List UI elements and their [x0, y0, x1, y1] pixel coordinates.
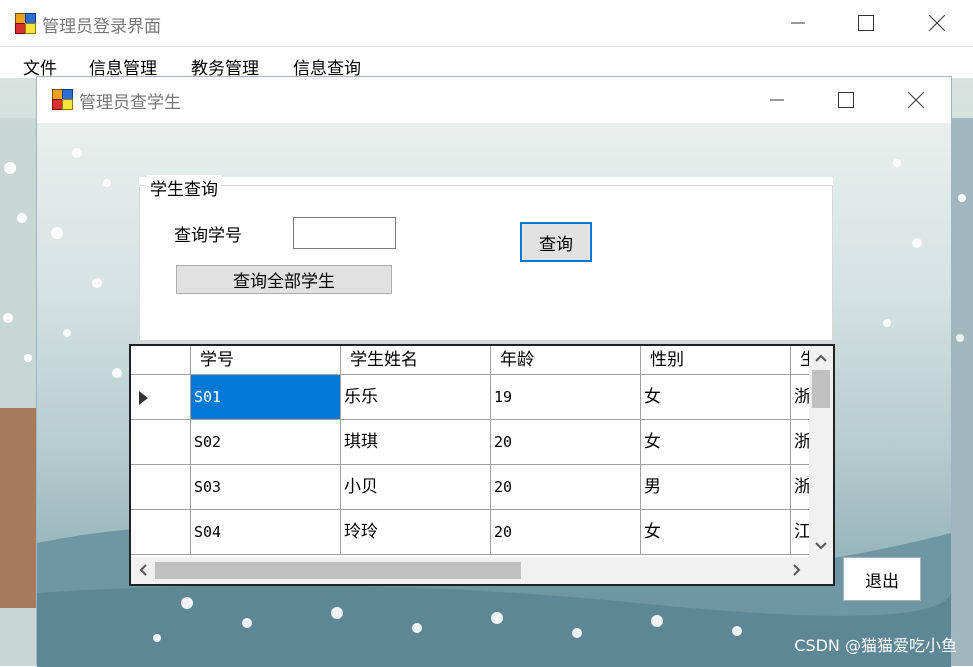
scroll-down-icon[interactable]	[809, 536, 833, 556]
child-app-icon	[52, 89, 73, 110]
cell-gender[interactable]: 女	[641, 510, 791, 555]
cell-gender[interactable]: 男	[641, 465, 791, 510]
column-header-id[interactable]: 学号	[191, 346, 341, 375]
horizontal-scrollbar[interactable]	[131, 557, 809, 584]
main-window-titlebar: 管理员登录界面	[0, 0, 973, 47]
cell-gender[interactable]: 女	[641, 420, 791, 465]
child-window-titlebar: 管理员查学生	[37, 77, 951, 123]
cell-age[interactable]: 19	[491, 375, 641, 420]
cell-id[interactable]: S02	[191, 420, 341, 465]
close-icon	[908, 92, 924, 108]
cell-id[interactable]: S03	[191, 465, 341, 510]
minimize-icon	[791, 22, 805, 24]
child-close-button[interactable]	[893, 77, 939, 123]
scroll-left-icon[interactable]	[133, 557, 153, 584]
column-header-gender[interactable]: 性别	[641, 346, 791, 375]
app-icon	[15, 13, 36, 34]
row-header[interactable]	[131, 465, 191, 510]
cell-age[interactable]: 20	[491, 510, 641, 555]
vertical-scrollbar[interactable]	[809, 346, 833, 557]
cell-gender[interactable]: 女	[641, 375, 791, 420]
query-all-students-button[interactable]: 查询全部学生	[176, 265, 392, 294]
cell-age[interactable]: 20	[491, 420, 641, 465]
child-window-title: 管理员查学生	[79, 93, 181, 113]
maximize-button[interactable]	[843, 0, 889, 46]
maximize-icon	[858, 15, 874, 31]
student-id-label: 查询学号	[174, 226, 242, 246]
maximize-icon	[838, 92, 854, 108]
cell-id[interactable]: S04	[191, 510, 341, 555]
student-id-input[interactable]	[293, 217, 396, 249]
child-maximize-button[interactable]	[823, 77, 869, 123]
query-button[interactable]: 查询	[520, 222, 592, 262]
cell-id[interactable]: S01	[191, 375, 341, 420]
cell-name[interactable]: 乐乐	[341, 375, 491, 420]
cell-age[interactable]: 20	[491, 465, 641, 510]
exit-button[interactable]: 退出	[843, 557, 921, 601]
column-header-age[interactable]: 年龄	[491, 346, 641, 375]
vertical-scroll-thumb[interactable]	[812, 370, 830, 408]
grid-corner-header	[131, 346, 191, 375]
groupbox-border	[139, 185, 833, 341]
child-window-body: 学生查询 查询学号 查询 查询全部学生 学号 学生姓名 年龄 性别 生 S01 …	[37, 123, 951, 667]
cell-name[interactable]: 琪琪	[341, 420, 491, 465]
scroll-up-icon[interactable]	[809, 348, 833, 368]
row-header[interactable]	[131, 375, 191, 420]
minimize-icon	[770, 99, 784, 101]
cell-name[interactable]: 玲玲	[341, 510, 491, 555]
column-header-name[interactable]: 学生姓名	[341, 346, 491, 375]
close-icon	[929, 15, 945, 31]
row-header[interactable]	[131, 420, 191, 465]
scrollbar-corner	[809, 557, 833, 584]
current-row-arrow-icon	[139, 391, 148, 405]
row-header[interactable]	[131, 510, 191, 555]
scroll-right-icon[interactable]	[787, 557, 807, 584]
horizontal-scroll-thumb[interactable]	[155, 562, 521, 579]
student-query-window: 管理员查学生 学生查询 查询学号 查询 查询全部学生 学号 学生姓名 年龄 性别…	[36, 76, 952, 667]
main-window-title: 管理员登录界面	[42, 17, 161, 37]
student-query-groupbox: 学生查询 查询学号 查询 查询全部学生	[139, 175, 833, 341]
minimize-button[interactable]	[775, 0, 821, 46]
watermark-text: CSDN @猫猫爱吃小鱼	[794, 636, 957, 655]
cell-name[interactable]: 小贝	[341, 465, 491, 510]
close-button[interactable]	[914, 0, 960, 46]
groupbox-title: 学生查询	[147, 175, 221, 200]
child-minimize-button[interactable]	[754, 77, 800, 123]
student-datagrid[interactable]: 学号 学生姓名 年龄 性别 生 S01 乐乐 19 女 浙 S02 琪琪 20 …	[129, 344, 835, 586]
